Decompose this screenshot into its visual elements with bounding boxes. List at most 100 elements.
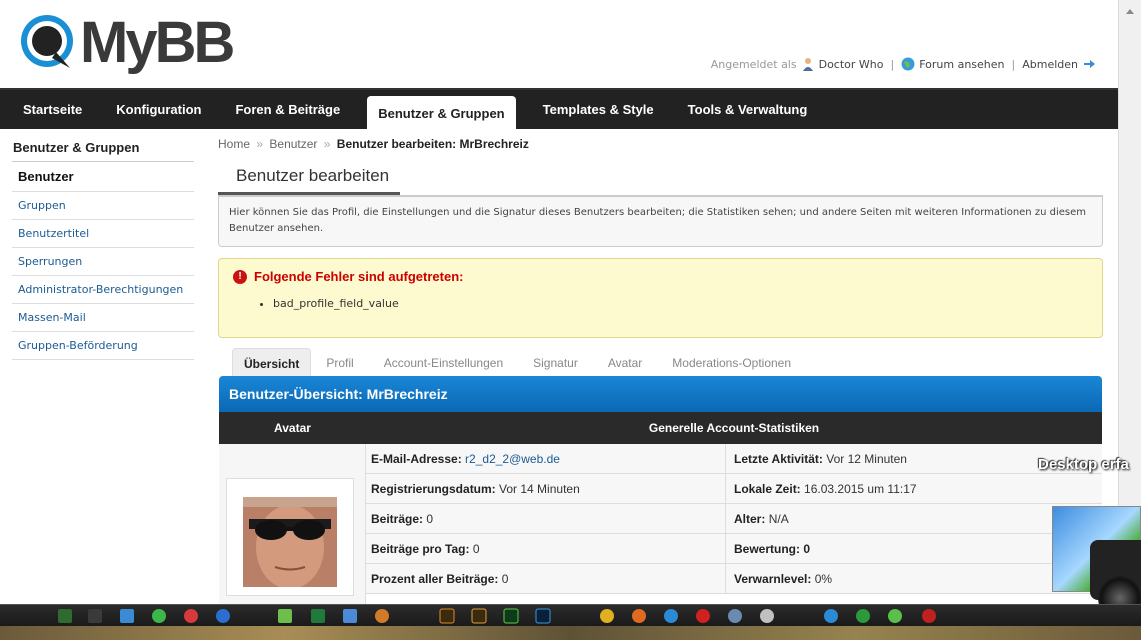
desktop-wallpaper — [0, 626, 1141, 640]
subtab-signatur[interactable]: Signatur — [518, 348, 593, 376]
rating-label: Bewertung: — [734, 542, 800, 556]
registration-value: Vor 14 Minuten — [499, 482, 580, 496]
error-box: ! Folgende Fehler sind aufgetreten: bad_… — [218, 258, 1103, 338]
local-time-value: 16.03.2015 um 11:17 — [804, 482, 917, 496]
separator: | — [1011, 57, 1016, 71]
taskbar-icon — [375, 609, 389, 623]
warning-level-value: 0% — [814, 572, 833, 586]
scroll-up-icon[interactable] — [1123, 4, 1137, 20]
taskbar-icon — [184, 609, 198, 623]
taskbar-icon — [856, 609, 870, 623]
sidebar-item-sperrungen[interactable]: Sperrungen — [12, 248, 194, 276]
desktop-label: Desktop erfa — [1038, 456, 1129, 473]
mybb-logo[interactable]: MyBB — [18, 6, 235, 80]
taskbar-icon — [439, 608, 455, 624]
subtab-profil[interactable]: Profil — [311, 348, 368, 376]
posts-per-day-value: 0 — [472, 542, 480, 556]
avatar-column-header: Avatar — [274, 421, 311, 435]
view-forum-link[interactable]: Forum ansehen — [919, 58, 1004, 71]
percent-posts-label: Prozent aller Beiträge: — [371, 572, 499, 586]
sidebar-item-gruppen[interactable]: Gruppen — [12, 192, 194, 220]
sidebar: Benutzer & Gruppen Benutzer Gruppen Benu… — [12, 137, 194, 360]
taskbar-icon — [58, 609, 72, 623]
taskbar-icon — [728, 609, 742, 623]
percent-posts-value: 0 — [501, 572, 509, 586]
page-title: Benutzer bearbeiten — [218, 166, 400, 195]
warning-level-label: Verwarnlevel: — [734, 572, 812, 586]
taskbar-icon — [88, 609, 102, 623]
sidebar-item-admin-permissions[interactable]: Administrator-Berechtigungen — [12, 276, 194, 304]
subtab-account-einstellungen[interactable]: Account-Einstellungen — [369, 348, 518, 376]
panel-title: Benutzer-Übersicht: MrBrechreiz — [219, 376, 1102, 412]
table-row: E-Mail-Adresse: r2_d2_2@web.de Letzte Ak… — [366, 444, 1102, 474]
registration-label: Registrierungsdatum: — [371, 482, 496, 496]
logout-link[interactable]: Abmelden — [1022, 58, 1078, 71]
last-activity-label: Letzte Aktivität: — [734, 452, 823, 466]
tab-startseite[interactable]: Startseite — [6, 90, 99, 129]
tab-benutzer-gruppen[interactable]: Benutzer & Gruppen — [367, 96, 516, 129]
posts-value: 0 — [426, 512, 434, 526]
tab-konfiguration[interactable]: Konfiguration — [99, 90, 218, 129]
taskbar-icon — [696, 609, 710, 623]
sidebar-item-massen-mail[interactable]: Massen-Mail — [12, 304, 194, 332]
username-link[interactable]: Doctor Who — [819, 58, 884, 71]
breadcrumb-home[interactable]: Home — [218, 137, 250, 151]
sidebar-title: Benutzer & Gruppen — [12, 137, 194, 162]
age-label: Alter: — [734, 512, 766, 526]
email-link[interactable]: r2_d2_2@web.de — [465, 452, 560, 466]
taskbar-icon — [311, 609, 325, 623]
taskbar-icon — [535, 608, 551, 624]
sidebar-item-benutzertitel[interactable]: Benutzertitel — [12, 220, 194, 248]
avatar-cell — [219, 444, 366, 604]
taskbar-icon — [152, 609, 166, 623]
sidebar-item-gruppen-befoerderung[interactable]: Gruppen-Beförderung — [12, 332, 194, 360]
tab-foren-beitraege[interactable]: Foren & Beiträge — [218, 90, 357, 129]
logo-text: MyBB — [80, 10, 235, 75]
error-title: Folgende Fehler sind aufgetreten: — [254, 269, 464, 284]
avatar — [243, 497, 337, 587]
subtab-uebersicht[interactable]: Übersicht — [232, 348, 312, 376]
table-row: Beiträge: 0 Alter: N/A — [366, 504, 1102, 534]
taskbar-icon — [824, 609, 838, 623]
rating-value: 0 — [803, 542, 811, 556]
breadcrumb-current: Benutzer bearbeiten: MrBrechreiz — [336, 137, 529, 151]
taskbar-icon — [600, 609, 614, 623]
stats-table: E-Mail-Adresse: r2_d2_2@web.de Letzte Ak… — [366, 444, 1102, 604]
taskbar-icon — [343, 609, 357, 623]
panel-column-header: Avatar Generelle Account-Statistiken — [219, 412, 1102, 444]
camera-icon[interactable] — [1090, 540, 1141, 620]
tab-tools-verwaltung[interactable]: Tools & Verwaltung — [671, 90, 825, 129]
taskbar-icon — [632, 609, 646, 623]
error-item: bad_profile_field_value — [273, 297, 1088, 310]
taskbar-icon — [760, 609, 774, 623]
subtab-avatar[interactable]: Avatar — [593, 348, 657, 376]
age-value: N/A — [768, 512, 789, 526]
taskbar-icon — [888, 609, 902, 623]
breadcrumb-users[interactable]: Benutzer — [269, 137, 317, 151]
taskbar-icon — [471, 608, 487, 624]
arrow-right-icon[interactable] — [1082, 57, 1096, 71]
breadcrumb: Home » Benutzer » Benutzer bearbeiten: M… — [218, 137, 1103, 151]
user-bar: Angemeldet als Doctor Who | Forum ansehe… — [711, 57, 1096, 71]
subtab-moderations-optionen[interactable]: Moderations-Optionen — [657, 348, 806, 376]
user-overview-panel: Benutzer-Übersicht: MrBrechreiz Avatar G… — [219, 376, 1102, 604]
error-icon: ! — [233, 269, 247, 284]
avatar-frame — [226, 478, 354, 596]
sidebar-item-benutzer[interactable]: Benutzer — [12, 162, 194, 192]
email-label: E-Mail-Adresse: — [371, 452, 462, 466]
posts-label: Beiträge: — [371, 512, 424, 526]
taskbar-icon — [503, 608, 519, 624]
taskbar-icon — [120, 609, 134, 623]
breadcrumb-separator: » — [323, 137, 331, 151]
posts-per-day-label: Beiträge pro Tag: — [371, 542, 470, 556]
taskbar-icon — [216, 609, 230, 623]
main-content: Home » Benutzer » Benutzer bearbeiten: M… — [218, 137, 1103, 604]
tab-templates-style[interactable]: Templates & Style — [526, 90, 671, 129]
subtabs: Übersicht Profil Account-Einstellungen S… — [232, 346, 1103, 376]
taskbar-icon — [664, 609, 678, 623]
local-time-label: Lokale Zeit: — [734, 482, 801, 496]
header: MyBB Angemeldet als Doctor Who | Forum a… — [0, 0, 1118, 88]
table-row: Beiträge pro Tag: 0 Bewertung: 0 — [366, 534, 1102, 564]
last-activity-value: Vor 12 Minuten — [826, 452, 907, 466]
error-list: bad_profile_field_value — [273, 297, 1088, 310]
